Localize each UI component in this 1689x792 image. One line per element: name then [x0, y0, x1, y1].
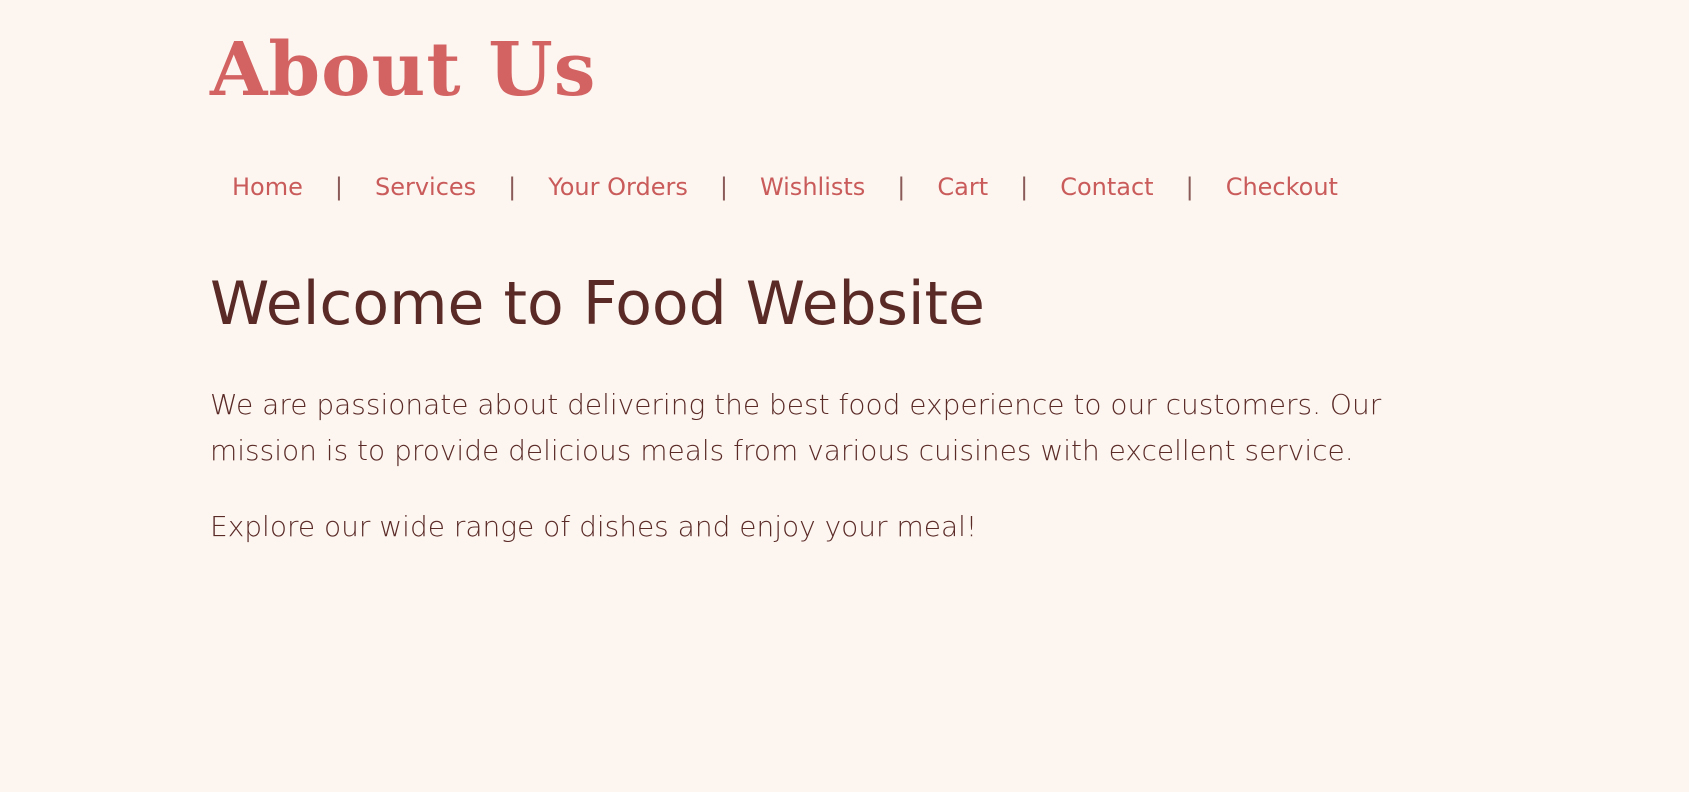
nav-separator: |: [1020, 173, 1029, 201]
nav-separator: |: [334, 173, 343, 201]
nav-separator: |: [897, 173, 906, 201]
nav-link-contact[interactable]: Contact: [1060, 170, 1153, 204]
nav-separator: |: [719, 173, 728, 201]
explore-paragraph: Explore our wide range of dishes and enj…: [210, 510, 978, 543]
main-nav: Home | Services | Your Orders | Wishlist…: [232, 170, 1338, 204]
nav-link-home[interactable]: Home: [232, 170, 303, 204]
intro-paragraph: We are passionate about delivering the b…: [210, 388, 1382, 467]
nav-link-your-orders[interactable]: Your Orders: [548, 170, 688, 204]
nav-link-services[interactable]: Services: [375, 170, 476, 204]
nav-link-cart[interactable]: Cart: [937, 170, 988, 204]
nav-link-wishlists[interactable]: Wishlists: [760, 170, 865, 204]
page-title: About Us: [210, 27, 597, 113]
nav-separator: |: [1185, 173, 1194, 201]
nav-link-checkout[interactable]: Checkout: [1226, 170, 1338, 204]
nav-separator: |: [508, 173, 517, 201]
welcome-heading: Welcome to Food Website: [210, 269, 985, 339]
